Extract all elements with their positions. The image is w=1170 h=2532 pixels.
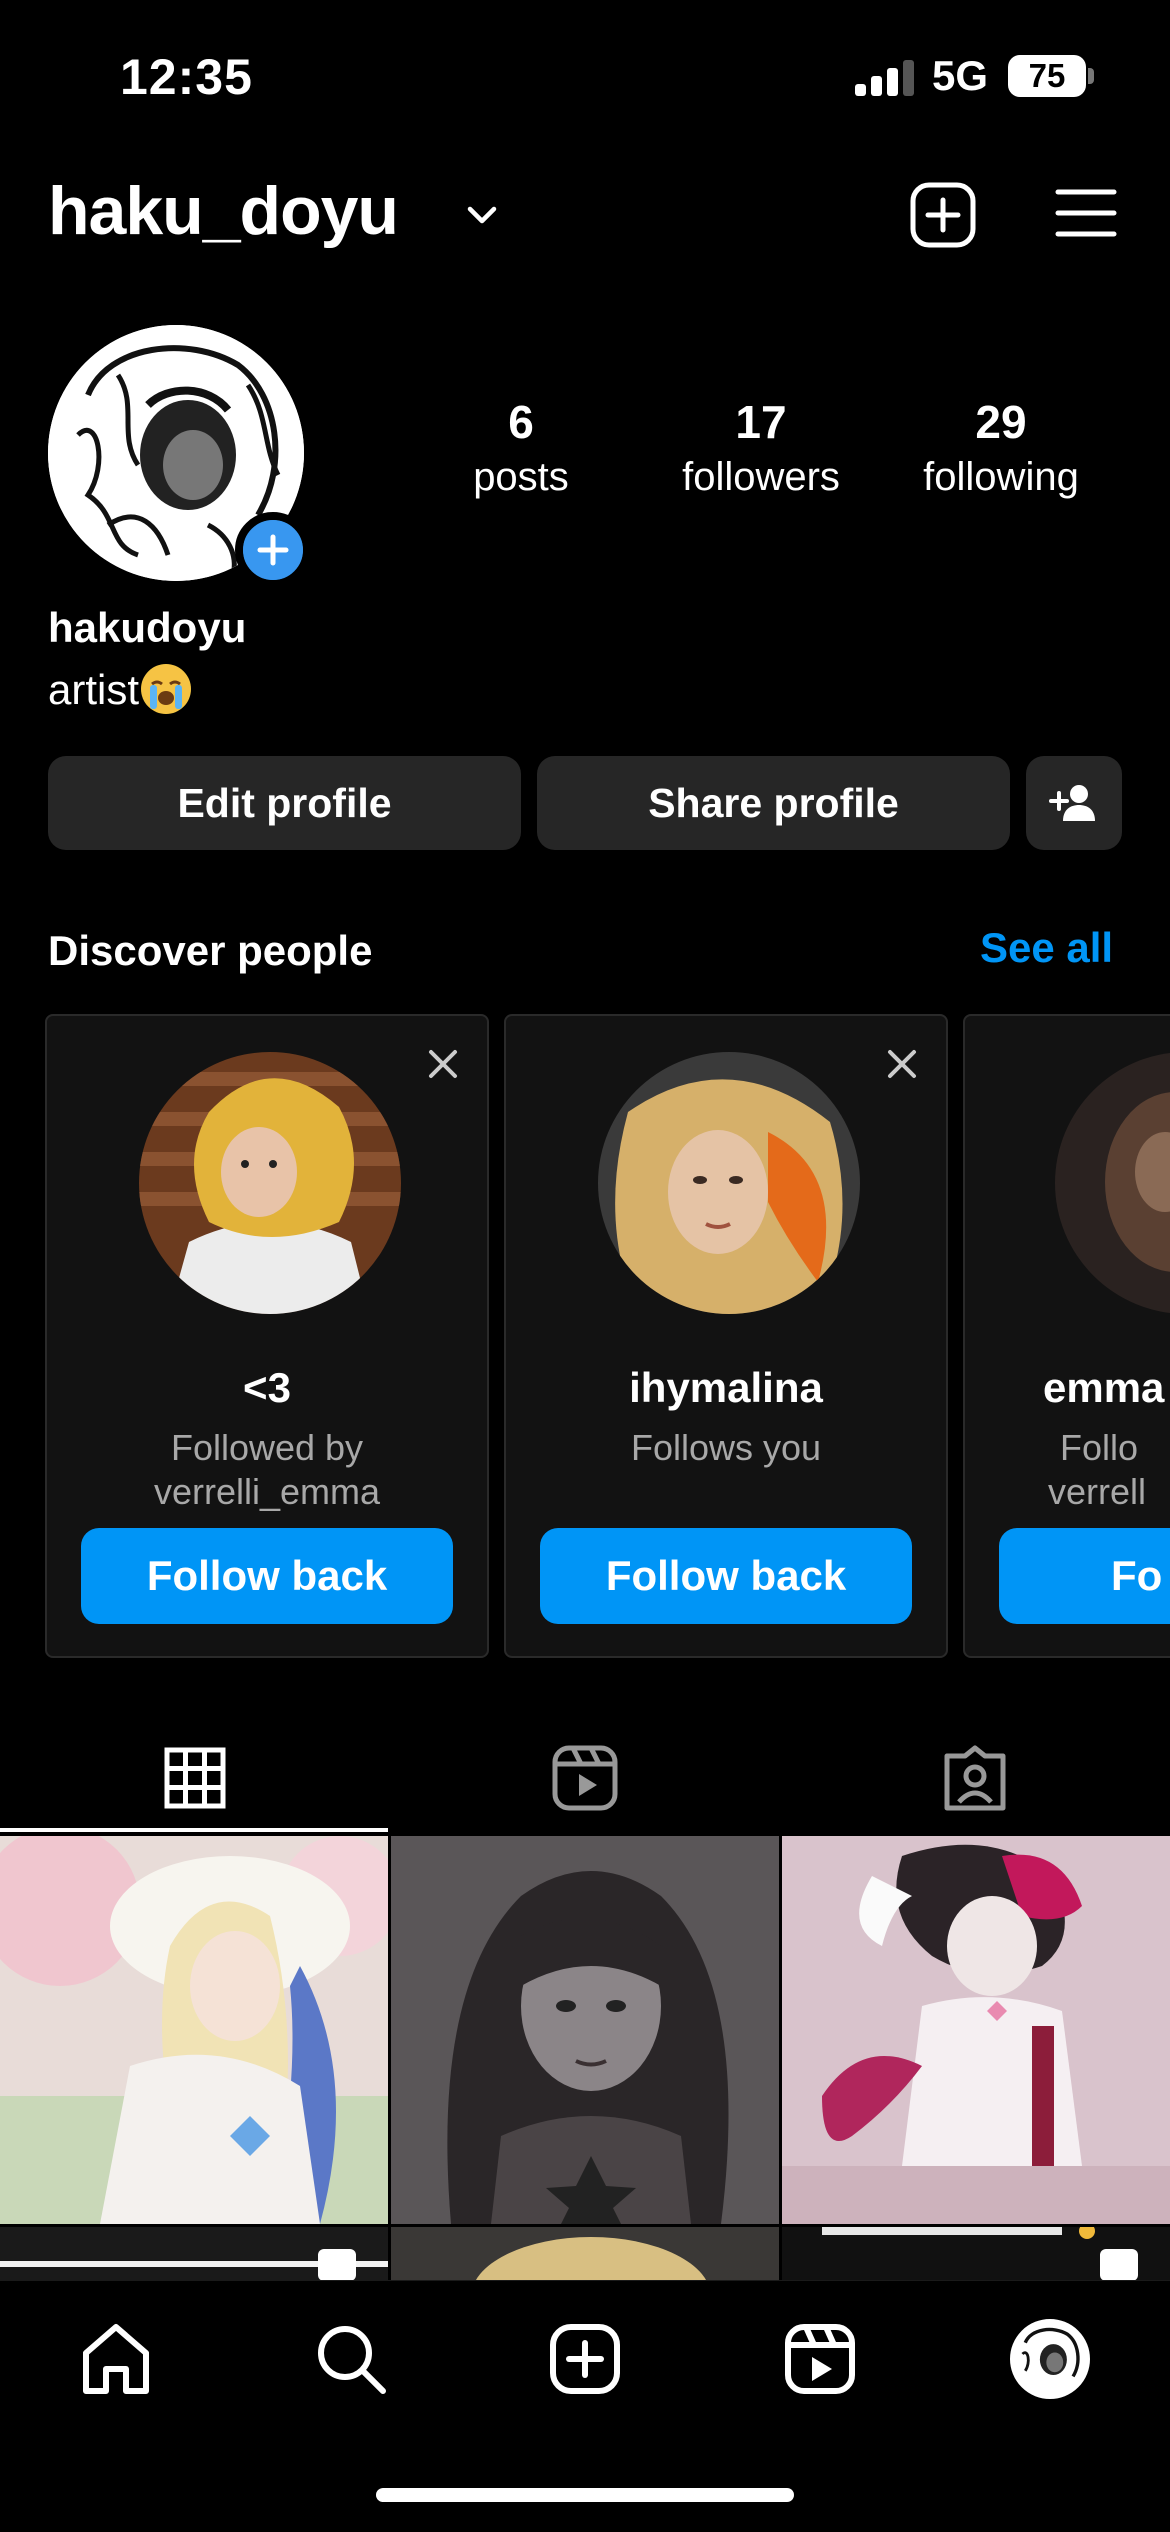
post-thumbnail[interactable]	[782, 1836, 1170, 2224]
follow-back-button[interactable]: Fo	[999, 1528, 1170, 1624]
stat-posts[interactable]: 6 posts	[401, 395, 641, 500]
battery-tip	[1088, 68, 1094, 84]
stat-value: 29	[975, 396, 1027, 448]
network-type: 5G	[932, 52, 989, 99]
suggestion-subtitle: Follo verrell	[1048, 1426, 1170, 1514]
profile-header: haku_doyu	[0, 160, 1170, 270]
home-icon[interactable]	[76, 2319, 156, 2399]
discover-people-toggle-button[interactable]	[1026, 756, 1122, 850]
stat-label: followers	[682, 455, 840, 499]
subtitle-line: verrell	[1048, 1471, 1147, 1512]
tab-reels[interactable]	[390, 1722, 780, 1834]
add-person-icon	[1049, 785, 1095, 821]
post-thumbnail[interactable]	[391, 2227, 779, 2281]
home-indicator	[376, 2488, 794, 2502]
loudly-crying-face-emoji-icon	[141, 664, 192, 714]
profile-avatar-nav[interactable]	[1010, 2319, 1090, 2399]
profile-bio: artist	[48, 664, 192, 714]
subtitle-line: verrelli_emma	[153, 1471, 381, 1512]
subtitle-line: Follows you	[630, 1427, 822, 1468]
stat-value: 6	[508, 396, 534, 448]
close-icon[interactable]	[423, 1044, 463, 1084]
status-bar: 12:35 5G 75	[0, 0, 1170, 150]
status-time: 12:35	[120, 49, 253, 105]
stat-value: 17	[735, 396, 787, 448]
avatar-drawing	[1014, 2323, 1086, 2395]
suggestion-card[interactable]: <3 Followed by verrelli_emma Follow back	[45, 1014, 489, 1658]
suggestion-subtitle: Followed by verrelli_emma	[47, 1426, 487, 1514]
menu-icon[interactable]	[1055, 182, 1117, 244]
stat-followers[interactable]: 17 followers	[641, 395, 881, 500]
tab-tagged[interactable]	[780, 1722, 1170, 1834]
suggestion-subtitle: Follows you	[506, 1426, 946, 1470]
stat-label: following	[923, 455, 1079, 499]
post-thumbnail[interactable]	[0, 1836, 388, 2224]
see-all-link[interactable]: See all	[980, 924, 1113, 972]
stat-following[interactable]: 29 following	[881, 395, 1121, 500]
profile-avatar[interactable]	[48, 325, 311, 588]
subtitle-line: Followed by	[170, 1427, 364, 1468]
bio-text: artist	[48, 666, 140, 713]
close-icon[interactable]	[882, 1044, 922, 1084]
post-thumbnail[interactable]	[782, 2227, 1170, 2281]
display-name: hakudoyu	[48, 604, 247, 651]
suggestion-card[interactable]: ihymalina Follows you Follow back	[504, 1014, 948, 1658]
suggestion-name[interactable]: ihymalina	[506, 1364, 946, 1412]
add-story-icon[interactable]	[235, 512, 311, 588]
account-switcher-username[interactable]: haku_doyu	[48, 172, 399, 250]
tab-posts-grid[interactable]	[0, 1722, 390, 1834]
battery-icon: 75	[1008, 55, 1086, 97]
share-profile-button[interactable]: Share profile	[537, 756, 1010, 850]
create-post-icon[interactable]	[908, 180, 978, 250]
post-thumbnail[interactable]	[0, 2227, 388, 2281]
chevron-down-icon[interactable]	[462, 195, 502, 235]
follow-back-button[interactable]: Follow back	[540, 1528, 912, 1624]
suggestion-avatar[interactable]	[598, 1052, 860, 1314]
post-thumbnail[interactable]	[391, 1836, 779, 2224]
subtitle-line: Follo	[1060, 1427, 1139, 1468]
stat-label: posts	[473, 455, 569, 499]
suggestion-name[interactable]: emma	[1043, 1364, 1170, 1412]
posts-grid	[0, 1836, 1170, 2281]
suggestion-name[interactable]: <3	[47, 1364, 487, 1412]
reels-icon[interactable]	[780, 2319, 860, 2399]
reels-icon	[552, 1745, 618, 1811]
follow-back-button[interactable]: Follow back	[81, 1528, 453, 1624]
profile-tabs	[0, 1722, 1170, 1834]
suggestion-card[interactable]: emma Follo verrell Fo	[963, 1014, 1170, 1658]
tagged-icon	[944, 1745, 1006, 1811]
edit-profile-button[interactable]: Edit profile	[48, 756, 521, 850]
search-icon[interactable]	[311, 2319, 391, 2399]
create-icon[interactable]	[545, 2319, 625, 2399]
suggestion-avatar[interactable]	[139, 1052, 401, 1314]
grid-icon	[164, 1747, 226, 1809]
discover-people-title: Discover people	[48, 927, 373, 974]
active-tab-indicator	[0, 1828, 388, 1832]
suggestion-avatar[interactable]	[1055, 1052, 1170, 1314]
signal-icon	[855, 60, 915, 96]
